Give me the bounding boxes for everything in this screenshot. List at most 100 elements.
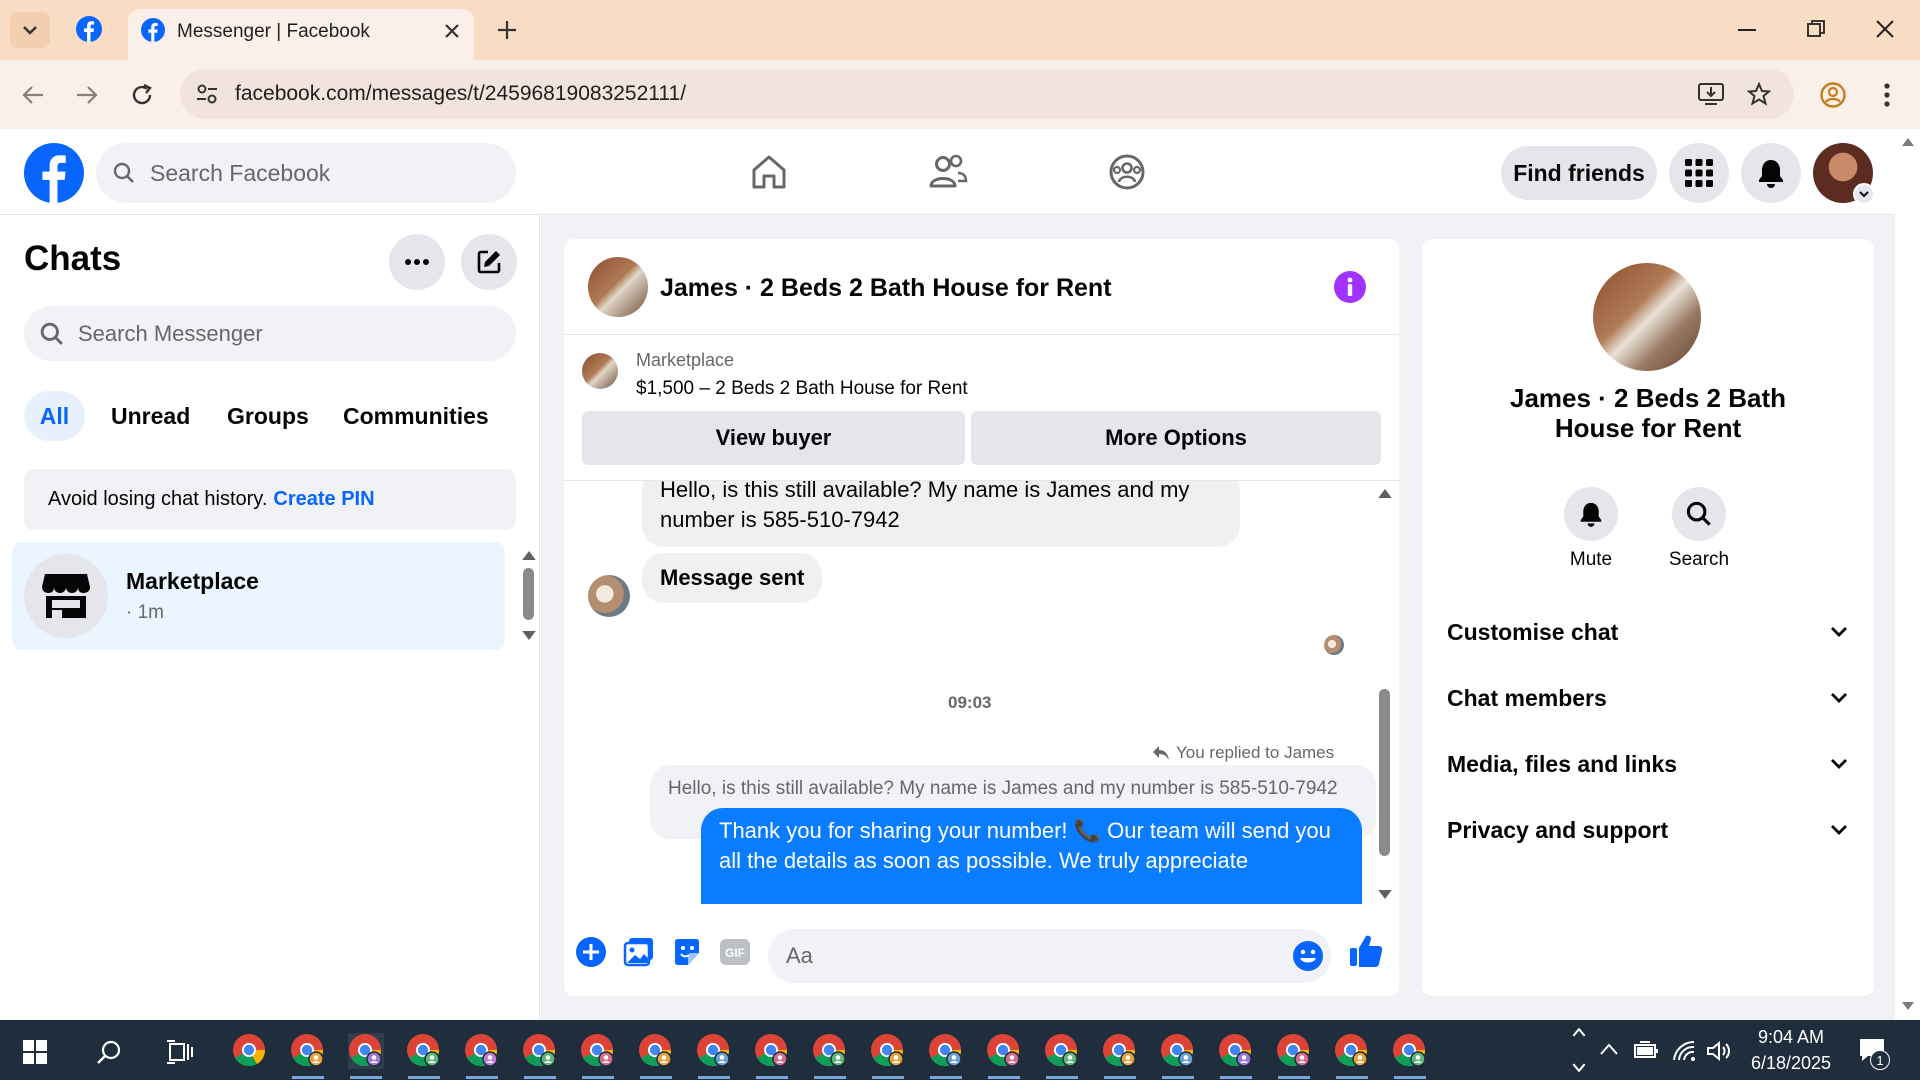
more-options-button[interactable]: More Options [971, 411, 1381, 465]
scroll-up-icon[interactable] [1378, 489, 1392, 498]
taskbar-scroll-down-icon[interactable] [1572, 1063, 1586, 1072]
volume-icon[interactable] [1706, 1040, 1732, 1062]
facebook-search-box[interactable]: Search Facebook [96, 143, 516, 203]
tab-list-button[interactable] [10, 12, 50, 48]
incoming-message[interactable]: Message sent [642, 553, 823, 603]
search-conversation-button[interactable] [1672, 487, 1726, 541]
scroll-down-icon[interactable] [522, 631, 536, 640]
view-buyer-button[interactable]: View buyer [582, 411, 965, 465]
photo-icon[interactable] [623, 936, 655, 968]
address-bar[interactable]: facebook.com/messages/t/2459681908325211… [180, 69, 1794, 119]
site-settings-icon[interactable] [196, 83, 218, 105]
active-tab[interactable]: Messenger | Facebook [128, 9, 474, 60]
mute-button[interactable] [1564, 487, 1618, 541]
create-pin-link[interactable]: Create PIN [273, 488, 374, 511]
taskbar-chrome-app[interactable] [986, 1033, 1022, 1069]
taskbar-chrome-app[interactable] [232, 1033, 268, 1069]
menu-button[interactable] [1669, 143, 1729, 203]
close-tab-icon[interactable] [444, 23, 460, 39]
minimize-icon[interactable] [1738, 29, 1756, 31]
info-avatar[interactable] [1593, 263, 1701, 371]
filter-tab-all[interactable]: All [24, 391, 85, 441]
sidebar-scrollbar-thumb[interactable] [523, 568, 534, 620]
page-scrollbar[interactable] [1895, 129, 1920, 1020]
sticker-icon[interactable] [671, 936, 703, 968]
filter-tab-unread[interactable]: Unread [99, 391, 202, 441]
taskbar-chrome-app[interactable] [1218, 1033, 1254, 1069]
scroll-down-icon[interactable] [1378, 890, 1392, 899]
taskbar-chrome-app[interactable] [696, 1033, 732, 1069]
taskbar-search-icon[interactable] [96, 1039, 122, 1065]
plus-circle-icon[interactable] [575, 936, 607, 968]
taskbar-chrome-app[interactable] [754, 1033, 790, 1069]
message-input[interactable]: Aa [768, 929, 1331, 983]
conversation-title[interactable]: James · 2 Beds 2 Bath House for Rent [660, 274, 1112, 303]
close-window-icon[interactable] [1876, 20, 1894, 38]
groups-icon[interactable] [1108, 153, 1146, 191]
back-icon[interactable] [22, 85, 44, 105]
clock-date[interactable]: 6/18/2025 [1742, 1053, 1840, 1074]
sender-avatar[interactable] [588, 575, 630, 617]
taskbar-chrome-app[interactable] [290, 1033, 326, 1069]
new-tab-icon[interactable] [497, 20, 517, 40]
task-view-icon[interactable] [166, 1039, 194, 1065]
filter-tab-groups[interactable]: Groups [215, 391, 321, 441]
chat-members-section[interactable]: Chat members [1447, 678, 1847, 718]
windows-start-icon[interactable] [23, 1040, 47, 1064]
conversation-avatar[interactable] [588, 257, 648, 317]
taskbar-chrome-app[interactable] [1044, 1033, 1080, 1069]
taskbar-chrome-app[interactable] [1392, 1033, 1428, 1069]
gif-icon[interactable]: GIF [719, 938, 751, 966]
taskbar-chrome-app[interactable] [1334, 1033, 1370, 1069]
scroll-up-icon[interactable] [522, 551, 536, 560]
scroll-down-icon[interactable] [1902, 1002, 1914, 1010]
facebook-logo-icon[interactable] [24, 143, 84, 203]
taskbar-chrome-app[interactable] [1102, 1033, 1138, 1069]
forward-icon[interactable] [76, 85, 98, 105]
battery-icon[interactable] [1634, 1041, 1660, 1059]
chat-list-item[interactable]: Marketplace · 1m [12, 542, 505, 650]
wifi-icon[interactable] [1672, 1040, 1696, 1062]
browser-menu-icon[interactable] [1884, 83, 1890, 107]
reload-icon[interactable] [130, 83, 154, 107]
notifications-button[interactable] [1741, 143, 1801, 203]
profile-icon[interactable] [1820, 82, 1846, 108]
find-friends-button[interactable]: Find friends [1501, 146, 1657, 200]
media-files-links-section[interactable]: Media, files and links [1447, 744, 1847, 784]
home-icon[interactable] [750, 153, 788, 191]
taskbar-chrome-app[interactable] [1160, 1033, 1196, 1069]
like-icon[interactable] [1348, 933, 1384, 969]
new-message-button[interactable] [461, 234, 517, 290]
message-scrollbar-thumb[interactable] [1379, 689, 1390, 856]
show-hidden-icons-icon[interactable] [1600, 1043, 1618, 1055]
taskbar-chrome-app[interactable] [580, 1033, 616, 1069]
taskbar-chrome-app[interactable] [638, 1033, 674, 1069]
message-list[interactable]: Hello, is this still available? My name … [564, 481, 1399, 904]
customise-chat-section[interactable]: Customise chat [1447, 612, 1847, 652]
outgoing-message[interactable]: Thank you for sharing your number! 📞 Our… [701, 808, 1362, 904]
friends-icon[interactable] [928, 153, 968, 191]
url-text[interactable]: facebook.com/messages/t/2459681908325211… [235, 82, 686, 106]
install-app-icon[interactable] [1698, 82, 1724, 106]
messenger-search-box[interactable]: Search Messenger [24, 306, 516, 361]
taskbar-scroll-up-icon[interactable] [1572, 1028, 1586, 1037]
listing-title[interactable]: $1,500 – 2 Beds 2 Bath House for Rent [636, 378, 968, 400]
scroll-up-icon[interactable] [1902, 138, 1914, 146]
clock-time[interactable]: 9:04 AM [1752, 1027, 1830, 1048]
pinned-tab-facebook[interactable] [76, 16, 102, 42]
privacy-support-section[interactable]: Privacy and support [1447, 810, 1847, 850]
taskbar-chrome-app[interactable] [812, 1033, 848, 1069]
taskbar-chrome-app[interactable] [928, 1033, 964, 1069]
restore-icon[interactable] [1807, 20, 1825, 38]
account-menu-chevron[interactable] [1853, 183, 1875, 205]
taskbar-chrome-app[interactable] [464, 1033, 500, 1069]
incoming-message[interactable]: Hello, is this still available? My name … [642, 481, 1240, 547]
taskbar-chrome-app[interactable] [870, 1033, 906, 1069]
taskbar-chrome-app[interactable] [1276, 1033, 1312, 1069]
taskbar-chrome-app[interactable] [348, 1033, 384, 1069]
bookmark-star-icon[interactable] [1747, 82, 1771, 106]
taskbar-chrome-app[interactable] [522, 1033, 558, 1069]
info-icon[interactable] [1334, 271, 1366, 303]
taskbar-chrome-app[interactable] [406, 1033, 442, 1069]
listing-thumbnail[interactable] [582, 353, 618, 389]
